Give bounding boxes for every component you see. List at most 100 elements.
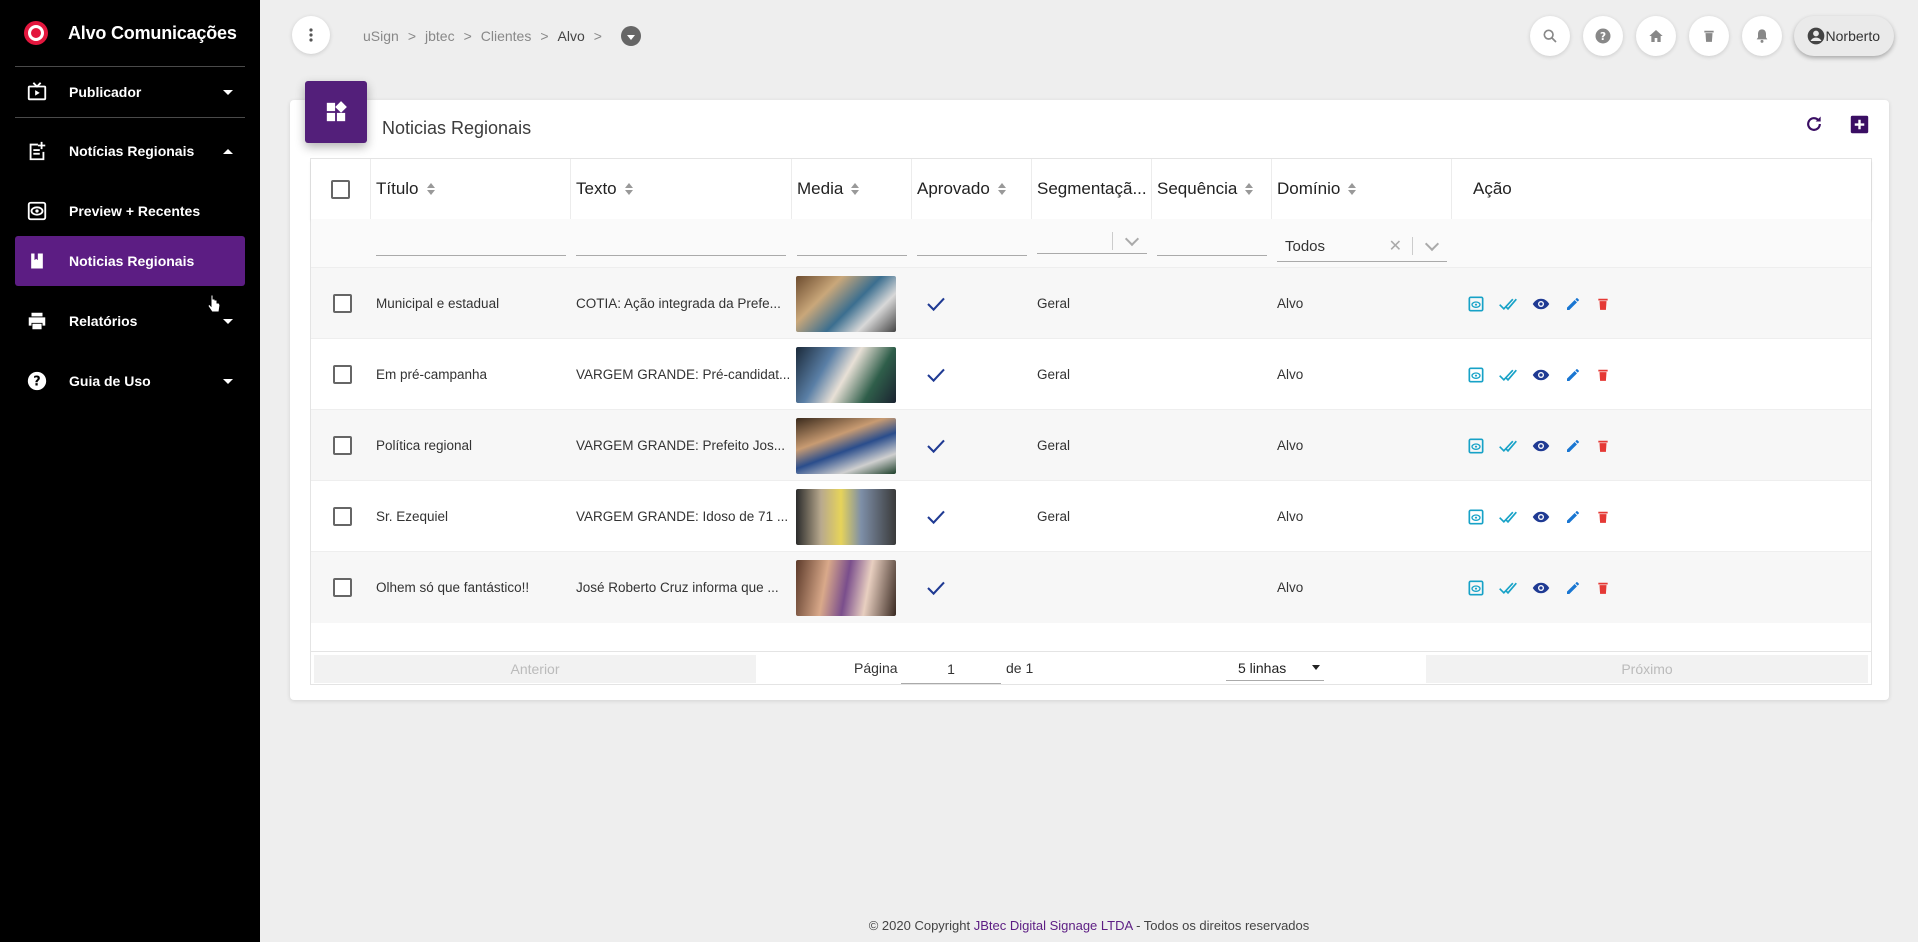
col-dominio[interactable]: Domínio <box>1272 159 1452 219</box>
row-texto: José Roberto Cruz informa que ... <box>576 580 779 595</box>
eye-icon <box>1532 511 1550 522</box>
delete-button[interactable] <box>1596 509 1610 525</box>
eye-icon <box>1532 369 1550 380</box>
help-button[interactable]: ? <box>1582 16 1623 56</box>
col-sequencia[interactable]: Sequência <box>1152 159 1272 219</box>
preview-button[interactable] <box>1468 438 1484 454</box>
sort-icon <box>851 183 860 195</box>
edit-button[interactable] <box>1565 509 1581 525</box>
delete-button[interactable] <box>1596 367 1610 383</box>
preview-button[interactable] <box>1468 296 1484 312</box>
dominio-filter-select[interactable]: Todos ✕ <box>1277 231 1447 262</box>
page-number-input[interactable] <box>901 655 1001 684</box>
col-segmentacao[interactable]: Segmentaçã... <box>1032 159 1152 219</box>
texto-filter-input[interactable] <box>576 237 786 256</box>
row-checkbox[interactable] <box>333 578 352 597</box>
preview-button[interactable] <box>1468 367 1484 383</box>
media-thumbnail[interactable] <box>796 417 896 474</box>
delete-button[interactable] <box>1596 296 1610 312</box>
row-checkbox[interactable] <box>333 365 352 384</box>
sidebar-item-preview-recentes[interactable]: Preview + Recentes <box>15 186 245 236</box>
row-actions <box>1468 552 1625 623</box>
edit-button[interactable] <box>1565 580 1581 596</box>
post-add-icon <box>25 139 49 163</box>
breadcrumb-jbtec[interactable]: jbtec <box>425 28 455 44</box>
page-label: Página <box>854 660 898 676</box>
row-checkbox[interactable] <box>333 507 352 526</box>
refresh-button[interactable] <box>1804 114 1824 134</box>
sidebar-item-label: Preview + Recentes <box>69 203 201 219</box>
add-box-icon <box>1850 115 1869 133</box>
approve-button[interactable] <box>1499 438 1517 454</box>
delete-button[interactable] <box>1596 580 1610 596</box>
row-dominio: Alvo <box>1277 580 1304 595</box>
aprovado-filter-input[interactable] <box>917 237 1027 256</box>
breadcrumb-usign[interactable]: uSign <box>363 28 399 44</box>
breadcrumb-separator: > <box>540 28 549 44</box>
titulo-filter-input[interactable] <box>376 237 566 256</box>
sidebar-item-noticias-regionais[interactable]: Notícias Regionais <box>15 126 245 176</box>
col-texto[interactable]: Texto <box>571 159 792 219</box>
sidebar-item-label: Relatórios <box>69 313 138 329</box>
more-vert-button[interactable] <box>292 16 330 54</box>
media-thumbnail[interactable] <box>796 559 896 616</box>
clear-icon[interactable]: ✕ <box>1389 236 1402 256</box>
rows-per-page-select[interactable]: 5 linhas <box>1226 655 1324 681</box>
approved-check-icon <box>927 439 945 453</box>
col-texto-label: Texto <box>576 179 617 198</box>
media-thumbnail[interactable] <box>796 346 896 403</box>
trash-button[interactable] <box>1688 16 1729 56</box>
view-button[interactable] <box>1532 368 1550 382</box>
add-button[interactable] <box>1850 115 1869 134</box>
row-checkbox[interactable] <box>333 436 352 455</box>
view-button[interactable] <box>1532 297 1550 311</box>
previous-button[interactable]: Anterior <box>314 655 756 683</box>
select-all-checkbox[interactable] <box>331 179 350 199</box>
sidebar-item-noticias-regionais-active[interactable]: Noticias Regionais <box>15 236 245 313</box>
col-aprovado[interactable]: Aprovado <box>912 159 1032 219</box>
breadcrumb-alvo[interactable]: Alvo <box>558 28 585 44</box>
next-button[interactable]: Próximo <box>1426 655 1868 683</box>
view-button[interactable] <box>1532 510 1550 524</box>
segmentacao-filter-select[interactable] <box>1037 229 1147 254</box>
preview-button[interactable] <box>1468 580 1484 596</box>
approve-button[interactable] <box>1499 509 1517 525</box>
approve-button[interactable] <box>1499 367 1517 383</box>
breadcrumb-dropdown-icon[interactable] <box>620 26 641 46</box>
user-menu-button[interactable]: Norberto <box>1793 16 1894 56</box>
view-button[interactable] <box>1532 581 1550 595</box>
edit-button[interactable] <box>1565 296 1581 312</box>
media-filter-input[interactable] <box>797 237 907 256</box>
brand: Alvo Comunicações <box>0 0 260 66</box>
sidebar-item-publicador[interactable]: Publicador <box>15 67 245 117</box>
notifications-button[interactable] <box>1741 16 1782 56</box>
col-titulo[interactable]: Título <box>371 159 571 219</box>
sequencia-filter-input[interactable] <box>1157 237 1267 256</box>
help-icon: ? <box>1595 28 1611 44</box>
approve-button[interactable] <box>1499 296 1517 312</box>
breadcrumb-clientes[interactable]: Clientes <box>481 28 532 44</box>
home-button[interactable] <box>1635 16 1676 56</box>
preview-icon <box>1468 367 1484 382</box>
search-button[interactable] <box>1529 16 1570 56</box>
col-dominio-label: Domínio <box>1277 179 1341 198</box>
footer-company-link[interactable]: JBtec Digital Signage LTDA <box>974 918 1133 933</box>
delete-button[interactable] <box>1596 438 1610 454</box>
sidebar-item-guia-de-uso[interactable]: ? Guia de Uso <box>15 356 245 406</box>
approve-button[interactable] <box>1499 580 1517 596</box>
row-titulo: Olhem só que fantástico!! <box>376 580 530 595</box>
dashboard-icon <box>305 81 367 143</box>
preview-button[interactable] <box>1468 509 1484 525</box>
media-thumbnail[interactable] <box>796 275 896 332</box>
col-media[interactable]: Media <box>792 159 912 219</box>
edit-button[interactable] <box>1565 367 1581 383</box>
col-titulo-label: Título <box>376 179 419 198</box>
row-checkbox[interactable] <box>333 294 352 313</box>
book-icon <box>25 249 49 273</box>
view-button[interactable] <box>1532 439 1550 453</box>
col-acao-label: Ação <box>1473 179 1512 198</box>
media-thumbnail[interactable] <box>796 488 896 545</box>
sort-icon <box>426 183 435 195</box>
sidebar-divider <box>15 117 245 118</box>
edit-button[interactable] <box>1565 438 1581 454</box>
